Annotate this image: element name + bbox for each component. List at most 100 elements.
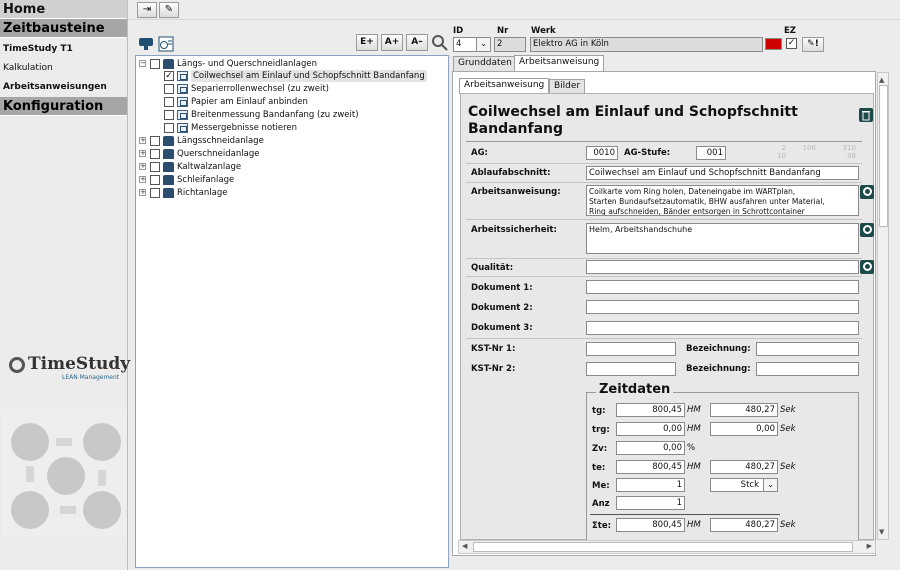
tree-item[interactable]: Messergebnisse notieren	[191, 122, 297, 134]
tree-node[interactable]: Schleifanlage	[177, 174, 234, 186]
tree-node[interactable]: Kaltwalzanlage	[177, 161, 241, 173]
pin-button[interactable]: ✎	[159, 2, 179, 18]
ag-label: AG:	[471, 148, 488, 158]
tree-checkbox[interactable]	[150, 175, 160, 185]
search-icon[interactable]	[431, 34, 449, 52]
scroll-right-icon[interactable]: ▶	[867, 542, 872, 550]
task-icon	[177, 97, 188, 107]
expand-e-button[interactable]: E+	[356, 34, 378, 51]
expand-a-button[interactable]: A+	[381, 34, 403, 51]
expand-icon[interactable]: +	[139, 189, 146, 196]
tab-inner-arbeitsanweisung[interactable]: Arbeitsanweisung	[459, 78, 550, 94]
tree-item[interactable]: Separierrollenwechsel (zu zweit)	[191, 83, 329, 95]
nav-zeitbausteine[interactable]: Zeitbausteine	[0, 19, 127, 38]
qualitaet-field[interactable]	[586, 260, 859, 274]
plant-icon	[163, 59, 174, 69]
tree-node[interactable]: Querschneidanlage	[177, 148, 259, 160]
bez1-field[interactable]	[756, 342, 859, 356]
bez2-field[interactable]	[756, 362, 859, 376]
tree-item-selected[interactable]: Coilwechsel am Einlauf und Schopfschnitt…	[191, 70, 427, 82]
time-list-icon[interactable]	[158, 36, 175, 52]
te-label: te:	[592, 463, 606, 473]
trg-hm-field[interactable]: 0,00	[616, 422, 685, 436]
expand-icon[interactable]: +	[139, 176, 146, 183]
expand-icon[interactable]: +	[139, 163, 146, 170]
anweisung-line: Coilkarte vom Ring holen, Dateneingabe i…	[589, 187, 796, 196]
row-divider	[466, 219, 862, 220]
anz-field[interactable]: 1	[616, 496, 685, 510]
tree-checkbox[interactable]	[150, 162, 160, 172]
ag-field[interactable]: 0010	[586, 146, 618, 160]
scroll-up-icon[interactable]: ▲	[879, 76, 884, 84]
tree-checkbox[interactable]	[164, 110, 174, 120]
ablauf-field[interactable]: Coilwechsel am Einlauf und Schopfschnitt…	[586, 166, 859, 180]
tree-checkbox[interactable]	[150, 136, 160, 146]
tab-inner-bilder[interactable]: Bilder	[549, 79, 586, 94]
collapse-icon[interactable]: −	[139, 60, 146, 67]
expand-icon[interactable]: +	[139, 137, 146, 144]
sicherheit-textarea[interactable]: Helm, Arbeitshandschuhe	[586, 223, 859, 254]
scrollbar-thumb[interactable]	[879, 85, 888, 227]
nav-kalkulation[interactable]: Kalkulation	[0, 59, 127, 78]
tree-node-root[interactable]: Längs- und Querschneidlanlagen	[177, 58, 317, 70]
tree-checkbox[interactable]	[150, 59, 160, 69]
tree-checkbox[interactable]	[150, 149, 160, 159]
agstufe-field[interactable]: 001	[696, 146, 726, 160]
nav-arbeitsanweisungen[interactable]: Arbeitsanweisungen	[0, 78, 127, 97]
ste-hm-field[interactable]: 800,45	[616, 518, 685, 532]
id-select[interactable]: 4 ⌄	[453, 37, 491, 52]
plant-icon	[163, 149, 174, 159]
trg-sek-field[interactable]: 0,00	[710, 422, 778, 436]
faint-number: 2	[781, 144, 786, 152]
zoom-icon[interactable]	[860, 260, 874, 274]
tree-node[interactable]: Längsschneidanlage	[177, 135, 264, 147]
percent-unit: %	[687, 443, 696, 453]
collapse-a-button[interactable]: A–	[406, 34, 428, 51]
tree-checkbox-checked[interactable]: ✓	[164, 71, 174, 81]
tree-checkbox[interactable]	[164, 84, 174, 94]
tree-view-icon[interactable]	[138, 36, 155, 52]
zoom-icon[interactable]	[860, 185, 874, 199]
edit-icon: ✎!	[807, 39, 819, 49]
tree-checkbox[interactable]	[164, 123, 174, 133]
tree-node[interactable]: Richtanlage	[177, 187, 227, 199]
tree-checkbox[interactable]	[164, 97, 174, 107]
nav-konfiguration[interactable]: Konfiguration	[0, 97, 127, 116]
tg-sek-field[interactable]: 480,27	[710, 403, 778, 417]
anweisung-textarea[interactable]: Coilkarte vom Ring holen, Dateneingabe i…	[586, 185, 859, 216]
tab-grunddaten[interactable]: Grunddaten	[453, 56, 517, 71]
werk-field[interactable]: Elektro AG in Köln	[530, 37, 763, 52]
scroll-left-icon[interactable]: ◀	[462, 542, 467, 550]
expand-icon[interactable]: +	[139, 150, 146, 157]
nav-home[interactable]: Home	[0, 0, 127, 19]
me-field[interactable]: 1	[616, 478, 685, 492]
nav-timestudy[interactable]: TimeStudy T1	[0, 40, 127, 59]
trash-icon[interactable]	[859, 108, 873, 122]
te-sek-field[interactable]: 480,27	[710, 460, 778, 474]
tree-checkbox[interactable]	[150, 188, 160, 198]
scroll-down-icon[interactable]: ▼	[879, 528, 884, 536]
ste-sek-field[interactable]: 480,27	[710, 518, 778, 532]
anweisung-line: Starten Bundaufsetzautomatik, BHW ausfah…	[589, 197, 825, 206]
dok3-field[interactable]	[586, 321, 859, 335]
sek-unit: Sek	[780, 424, 796, 434]
pin-left-button[interactable]: ⇥	[137, 2, 157, 18]
vertical-scrollbar[interactable]: ▲ ▼	[877, 72, 889, 540]
tree-item[interactable]: Breitenmessung Bandanfang (zu zweit)	[191, 109, 359, 121]
zoom-icon[interactable]	[860, 223, 874, 237]
tab-arbeitsanweisung[interactable]: Arbeitsanweisung	[514, 55, 605, 71]
h-scrollbar-thumb[interactable]	[473, 542, 853, 552]
dok1-field[interactable]	[586, 280, 859, 294]
kst1-field[interactable]	[586, 342, 676, 356]
edit-warning-button[interactable]: ✎!	[802, 37, 824, 52]
tg-hm-field[interactable]: 800,45	[616, 403, 685, 417]
tree-item[interactable]: Papier am Einlauf anbinden	[191, 96, 308, 108]
unit-select[interactable]: Stck ⌄	[710, 478, 778, 492]
dok2-field[interactable]	[586, 300, 859, 314]
ez-checkbox[interactable]: ✓	[786, 38, 797, 49]
zv-field[interactable]: 0,00	[616, 441, 685, 455]
horizontal-scrollbar[interactable]: ◀ ▶	[458, 540, 876, 554]
te-hm-field[interactable]: 800,45	[616, 460, 685, 474]
kst2-field[interactable]	[586, 362, 676, 376]
nr-field[interactable]: 2	[494, 37, 526, 52]
